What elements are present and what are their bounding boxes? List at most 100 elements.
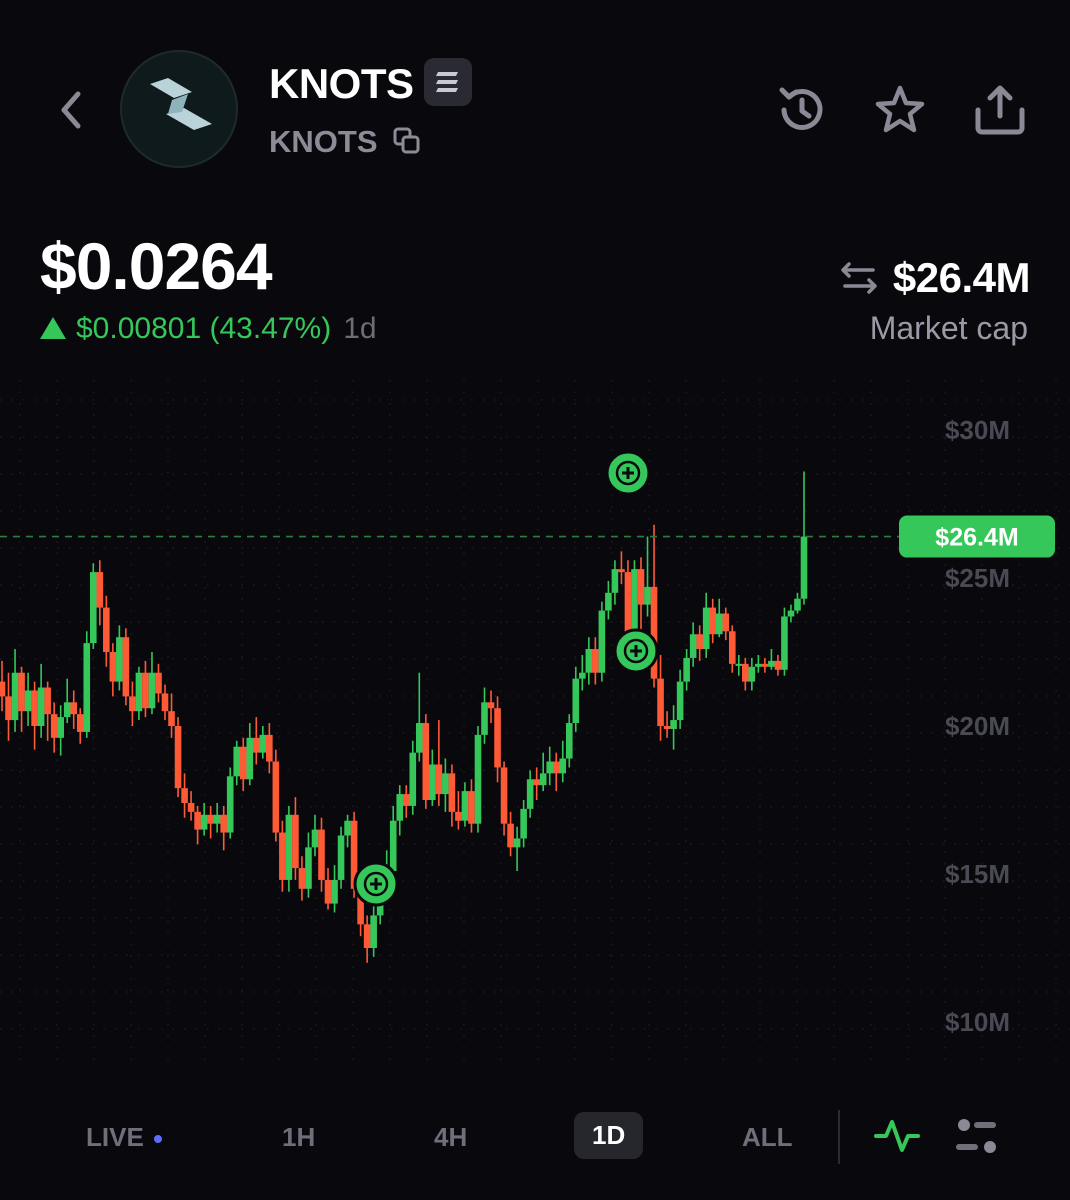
candle	[683, 649, 690, 691]
candle-body	[318, 829, 325, 880]
candle	[526, 770, 534, 818]
candle-body	[761, 663, 769, 667]
candle-body	[11, 672, 19, 721]
candle	[311, 814, 319, 857]
timeframe-1h[interactable]: 1H	[282, 1122, 315, 1153]
candle	[57, 705, 64, 756]
candle-body	[272, 761, 280, 833]
candle-body	[142, 672, 149, 709]
live-dot-icon	[153, 1135, 162, 1144]
candle-body	[494, 708, 501, 768]
candle-body	[337, 835, 345, 880]
copy-icon[interactable]	[392, 126, 422, 156]
line-chart-icon[interactable]	[872, 1114, 922, 1158]
market-cap-toggle[interactable]: $26.4M	[839, 254, 1031, 302]
candle-body	[748, 666, 756, 682]
history-icon[interactable]	[772, 80, 832, 140]
candle-body	[781, 616, 788, 670]
candle-body	[194, 811, 201, 830]
candle-settings-icon[interactable]	[952, 1114, 1002, 1158]
candle-body	[559, 758, 567, 774]
chart-candles	[0, 471, 808, 963]
candle-body	[135, 672, 143, 712]
candle-body	[213, 814, 221, 824]
candle	[174, 717, 182, 798]
timeframe-1d[interactable]: 1D	[574, 1112, 644, 1159]
candle	[31, 681, 38, 750]
candle	[657, 654, 664, 741]
candle-body	[370, 915, 377, 948]
candle-body	[129, 696, 136, 712]
chain-badge-icon	[424, 58, 472, 106]
buy-marker-icon	[613, 628, 659, 674]
price-change: $0.00801 (43.47%)	[76, 312, 332, 345]
candle-body	[252, 737, 260, 753]
star-icon[interactable]	[870, 80, 930, 140]
candle	[298, 856, 306, 901]
candle-body	[768, 660, 775, 667]
candle-body	[18, 672, 25, 712]
trade-markers	[353, 450, 659, 907]
candle	[618, 551, 625, 584]
candle-body	[266, 734, 273, 762]
candle-body	[324, 879, 332, 904]
candle	[331, 865, 338, 913]
candle	[266, 723, 273, 774]
candle	[135, 666, 143, 721]
candle-body	[63, 702, 71, 718]
candle	[748, 657, 756, 691]
candle-body	[722, 613, 730, 632]
candle-body	[239, 746, 247, 780]
candle-body	[279, 832, 286, 880]
candle-body	[448, 773, 456, 812]
timeframe-all[interactable]: ALL	[742, 1122, 793, 1153]
candle-body	[174, 726, 182, 789]
candle	[220, 805, 227, 851]
candle-body	[618, 569, 625, 573]
candle-body	[676, 681, 684, 721]
candle-body	[442, 773, 449, 795]
timeframe-4h[interactable]: 4H	[434, 1122, 467, 1153]
candle	[520, 800, 527, 848]
candle	[239, 737, 247, 792]
candle-body	[585, 649, 593, 673]
candle-body	[220, 814, 227, 833]
candle	[142, 660, 149, 718]
candlestick-chart[interactable]: $30M $25M $20M $15M $10M $26.4M	[0, 380, 1070, 1080]
candle	[429, 749, 436, 806]
candle-body	[728, 631, 736, 664]
candle-body	[50, 714, 58, 738]
candle	[200, 802, 208, 836]
timeframe-live[interactable]: LIVE	[86, 1122, 162, 1153]
candle-body	[526, 779, 534, 809]
candle	[109, 643, 117, 697]
candle	[416, 672, 423, 762]
candle	[389, 805, 397, 877]
candle-body	[500, 767, 508, 824]
share-icon[interactable]	[970, 80, 1030, 140]
candle	[292, 797, 299, 880]
candle-body	[455, 811, 462, 821]
candle-body	[96, 572, 104, 608]
candle	[194, 805, 201, 845]
candle	[155, 663, 162, 703]
candle	[370, 903, 377, 957]
chart-grid	[0, 380, 1070, 1060]
candle	[742, 657, 749, 691]
price-period: 1d	[343, 312, 377, 345]
candle	[702, 592, 710, 658]
candle-body	[89, 572, 97, 644]
candle-body	[435, 764, 443, 795]
candle-body	[592, 649, 599, 673]
candle-body	[416, 723, 423, 753]
back-icon[interactable]	[52, 88, 92, 132]
candle	[70, 690, 78, 729]
candle-body	[259, 734, 267, 753]
y-tick-label: $10M	[945, 1007, 1010, 1037]
candle	[663, 711, 671, 738]
candle	[18, 666, 25, 732]
candle	[37, 663, 45, 738]
candle	[670, 705, 677, 750]
candle-body	[481, 702, 488, 735]
candle-body	[161, 693, 169, 712]
